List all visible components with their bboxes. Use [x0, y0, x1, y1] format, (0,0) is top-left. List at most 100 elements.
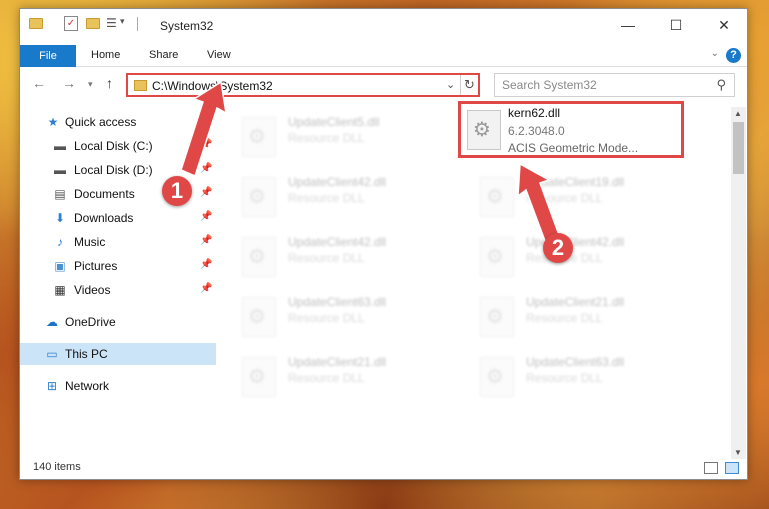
customize-toolbar-icon[interactable]: ☰ — [106, 16, 117, 30]
scroll-up-icon[interactable]: ▲ — [734, 109, 742, 118]
sidebar-item-label: Videos — [74, 283, 111, 297]
file-name: UpdateClient42.dll — [526, 235, 625, 249]
tiles-view-icon[interactable] — [725, 462, 739, 474]
pictures-icon: ▣ — [54, 259, 66, 273]
network-icon: ⊞ — [46, 379, 58, 393]
gear-icon: ⚙ — [248, 126, 266, 148]
pin-icon[interactable]: 📌 — [200, 283, 212, 294]
search-box[interactable]: Search System32 ⚲ — [494, 73, 735, 97]
close-button[interactable]: ✕ — [714, 15, 734, 35]
refresh-icon[interactable]: ↻ — [460, 75, 478, 95]
sidebar-item-quick-access[interactable]: ★ Quick access — [20, 111, 216, 133]
scroll-down-icon[interactable]: ▼ — [734, 448, 742, 457]
documents-icon: ▤ — [54, 187, 66, 201]
sidebar-item-local-disk-c[interactable]: ▬ Local Disk (C:) 📌 — [20, 135, 216, 157]
drive-icon: ▬ — [54, 139, 66, 153]
highlighted-file-kern62[interactable]: ⚙ kern62.dll 6.2.3048.0 ACIS Geometric M… — [458, 101, 684, 158]
minimize-button[interactable]: — — [618, 15, 638, 35]
pin-icon[interactable]: 📌 — [200, 259, 212, 270]
navigation-bar: ← → ▾ ↑ C:\Windows\System32 ⌄ ↻ Search S… — [20, 70, 747, 100]
file-type: Resource DLL — [288, 251, 365, 265]
sidebar-item-label: Documents — [74, 187, 135, 201]
pin-icon[interactable]: 📌 — [200, 211, 212, 222]
sidebar-item-music[interactable]: ♪ Music 📌 — [20, 231, 216, 253]
step-badge-2: 2 — [543, 233, 573, 263]
dll-file-icon: ⚙ — [467, 110, 501, 150]
dll-file-icon: ⚙ — [480, 177, 514, 217]
file-type: Resource DLL — [288, 131, 365, 145]
file-item[interactable]: ⚙ UpdateClient63.dll Resource DLL — [458, 349, 678, 405]
file-name: UpdateClient21.dll — [526, 295, 625, 309]
dll-file-icon: ⚙ — [480, 357, 514, 397]
tab-home[interactable]: Home — [91, 49, 120, 61]
sidebar-item-label: This PC — [65, 347, 108, 361]
sidebar-item-pictures[interactable]: ▣ Pictures 📌 — [20, 255, 216, 277]
gear-icon: ⚙ — [486, 246, 504, 268]
gear-icon: ⚙ — [248, 306, 266, 328]
back-icon[interactable]: ← — [32, 75, 46, 91]
help-icon[interactable]: ? — [726, 48, 741, 63]
status-bar: 140 items — [20, 461, 747, 479]
properties-icon[interactable]: ✓ — [64, 16, 78, 31]
gear-icon: ⚙ — [486, 366, 504, 388]
drive-icon: ▬ — [54, 163, 66, 177]
sidebar-item-videos[interactable]: ▦ Videos 📌 — [20, 279, 216, 301]
sidebar-item-downloads[interactable]: ⬇ Downloads 📌 — [20, 207, 216, 229]
gear-icon: ⚙ — [473, 119, 491, 141]
file-item[interactable]: ⚙ UpdateClient42.dll Resource DLL — [220, 229, 440, 285]
file-name: kern62.dll — [508, 106, 561, 120]
vertical-scrollbar[interactable]: ▲ ▼ — [731, 107, 746, 459]
ribbon-tabs: File Home Share View ⌄ ? — [20, 45, 747, 67]
tab-view[interactable]: View — [207, 49, 231, 61]
sidebar-item-label: Pictures — [74, 259, 118, 273]
maximize-button[interactable]: ☐ — [666, 15, 686, 35]
sidebar-item-onedrive[interactable]: ☁ OneDrive — [20, 311, 216, 333]
recent-locations-icon[interactable]: ▾ — [88, 79, 93, 90]
file-item[interactable]: ⚙ UpdateClient21.dll Resource DLL — [458, 289, 678, 345]
address-dropdown-icon[interactable]: ⌄ — [446, 78, 455, 91]
star-icon: ★ — [47, 115, 59, 129]
sidebar-item-network[interactable]: ⊞ Network — [20, 375, 216, 397]
new-folder-icon[interactable] — [86, 18, 100, 29]
file-description: ACIS Geometric Mode... — [508, 141, 639, 155]
dll-file-icon: ⚙ — [480, 237, 514, 277]
pin-icon[interactable]: 📌 — [200, 139, 212, 150]
file-name: UpdateClient42.dll — [288, 175, 387, 189]
file-type: Resource DLL — [526, 311, 603, 325]
sidebar-item-label: OneDrive — [65, 315, 116, 329]
folder-icon — [134, 80, 147, 91]
address-path[interactable]: C:\Windows\System32 — [152, 79, 273, 93]
tab-share[interactable]: Share — [149, 49, 178, 61]
forward-icon[interactable]: → — [62, 75, 76, 91]
address-bar[interactable]: C:\Windows\System32 ⌄ ↻ — [126, 73, 480, 97]
cloud-icon: ☁ — [46, 315, 58, 329]
scroll-thumb[interactable] — [733, 122, 744, 174]
tab-file[interactable]: File — [20, 45, 76, 67]
file-item[interactable]: ⚙ UpdateClient21.dll Resource DLL — [220, 349, 440, 405]
details-view-icon[interactable] — [704, 462, 718, 474]
search-input[interactable]: Search System32 — [502, 78, 597, 92]
up-icon[interactable]: ↑ — [106, 75, 113, 91]
dll-file-icon: ⚙ — [242, 177, 276, 217]
dll-file-icon: ⚙ — [242, 357, 276, 397]
file-item[interactable]: ⚙ UpdateClient42.dll Resource DLL — [220, 169, 440, 225]
step-badge-1: 1 — [162, 176, 192, 206]
sidebar-item-local-disk-d[interactable]: ▬ Local Disk (D:) 📌 — [20, 159, 216, 181]
sidebar-item-this-pc[interactable]: ▭ This PC — [20, 343, 216, 365]
sidebar-item-label: Downloads — [74, 211, 134, 225]
file-item[interactable]: ⚙ UpdateClient19.dll Resource DLL — [458, 169, 678, 225]
file-list: ⚙ UpdateClient5.dll Resource DLL ⚙ Updat… — [220, 107, 730, 459]
folder-icon — [29, 18, 43, 29]
explorer-window: ✓ ☰ ▾ System32 — ☐ ✕ File Home Share Vie… — [19, 8, 748, 480]
search-icon[interactable]: ⚲ — [716, 77, 726, 93]
file-item[interactable]: ⚙ UpdateClient63.dll Resource DLL — [220, 289, 440, 345]
file-item[interactable]: ⚙ UpdateClient5.dll Resource DLL — [220, 109, 440, 165]
gear-icon: ⚙ — [248, 246, 266, 268]
file-name: UpdateClient63.dll — [288, 295, 387, 309]
pin-icon[interactable]: 📌 — [200, 235, 212, 246]
pin-icon[interactable]: 📌 — [200, 187, 212, 198]
qa-dropdown-icon[interactable]: ▾ — [120, 16, 125, 27]
collapse-ribbon-icon[interactable]: ⌄ — [711, 48, 719, 59]
pin-icon[interactable]: 📌 — [200, 163, 212, 174]
dll-file-icon: ⚙ — [242, 237, 276, 277]
